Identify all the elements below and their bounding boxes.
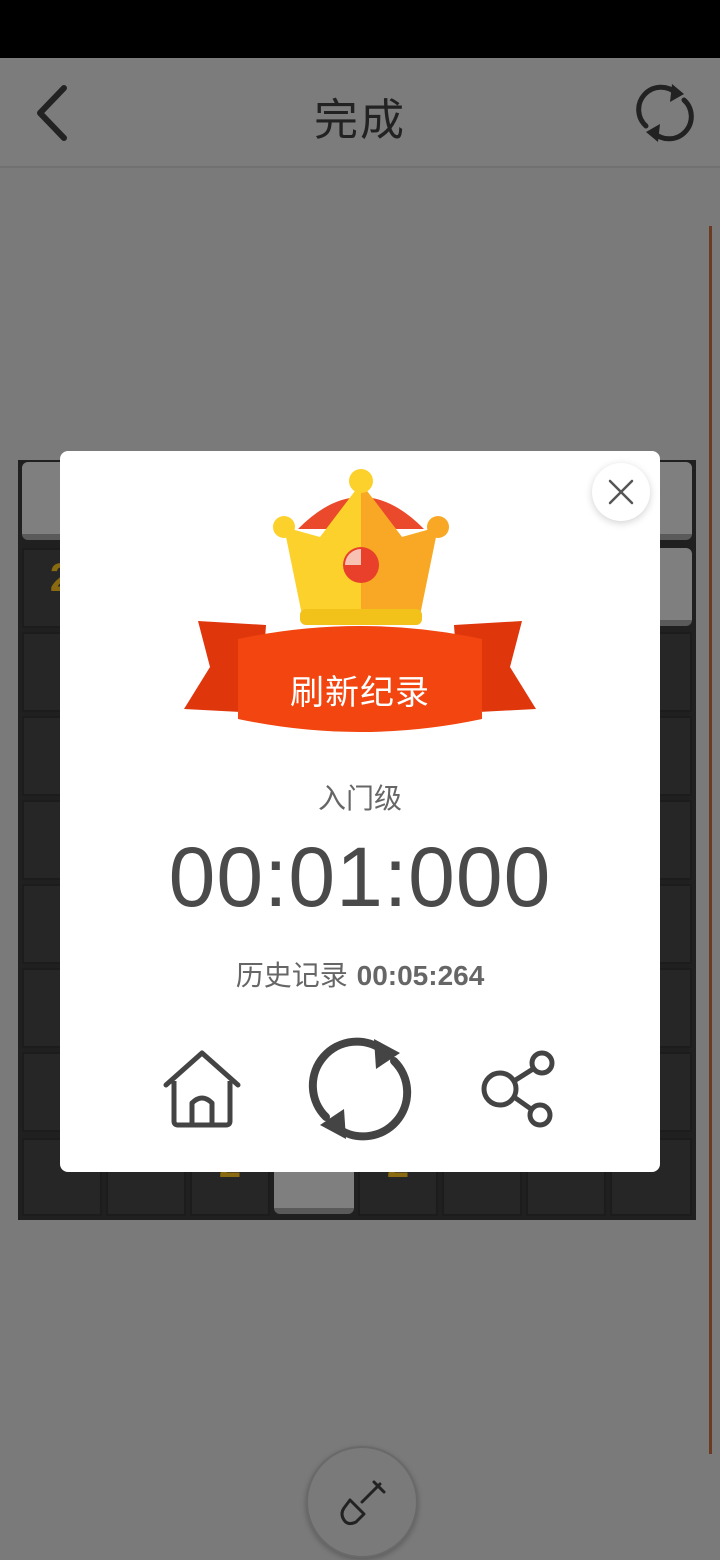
share-icon — [481, 1050, 555, 1128]
history-label: 历史记录 — [235, 959, 348, 992]
completion-time: 00:01:000 — [168, 830, 552, 924]
home-icon — [163, 1050, 241, 1128]
refresh-icon — [636, 84, 694, 142]
crown-icon — [273, 469, 449, 625]
home-button[interactable] — [160, 1047, 244, 1131]
new-record-label: 刷新纪录 — [290, 673, 430, 713]
share-button[interactable] — [480, 1047, 564, 1131]
page-title: 完成 — [314, 95, 406, 146]
dig-mode-button[interactable] — [306, 1446, 418, 1558]
status-bar — [0, 0, 720, 58]
shovel-icon — [340, 1480, 386, 1526]
top-bar: 完成 — [0, 58, 720, 168]
history-value: 00:05:264 — [356, 960, 485, 991]
replay-button[interactable] — [304, 1033, 416, 1145]
record-dialog: 刷新纪录 入门级 00:01:000 历史记录 00:05:264 — [60, 451, 660, 1172]
restart-button[interactable] — [632, 80, 698, 146]
side-indicator-line — [709, 226, 712, 1454]
history-record: 历史记录 00:05:264 — [60, 954, 660, 994]
close-button[interactable] — [592, 463, 650, 521]
level-label: 入门级 — [317, 782, 402, 815]
close-icon — [608, 479, 634, 505]
replay-icon — [308, 1037, 412, 1141]
